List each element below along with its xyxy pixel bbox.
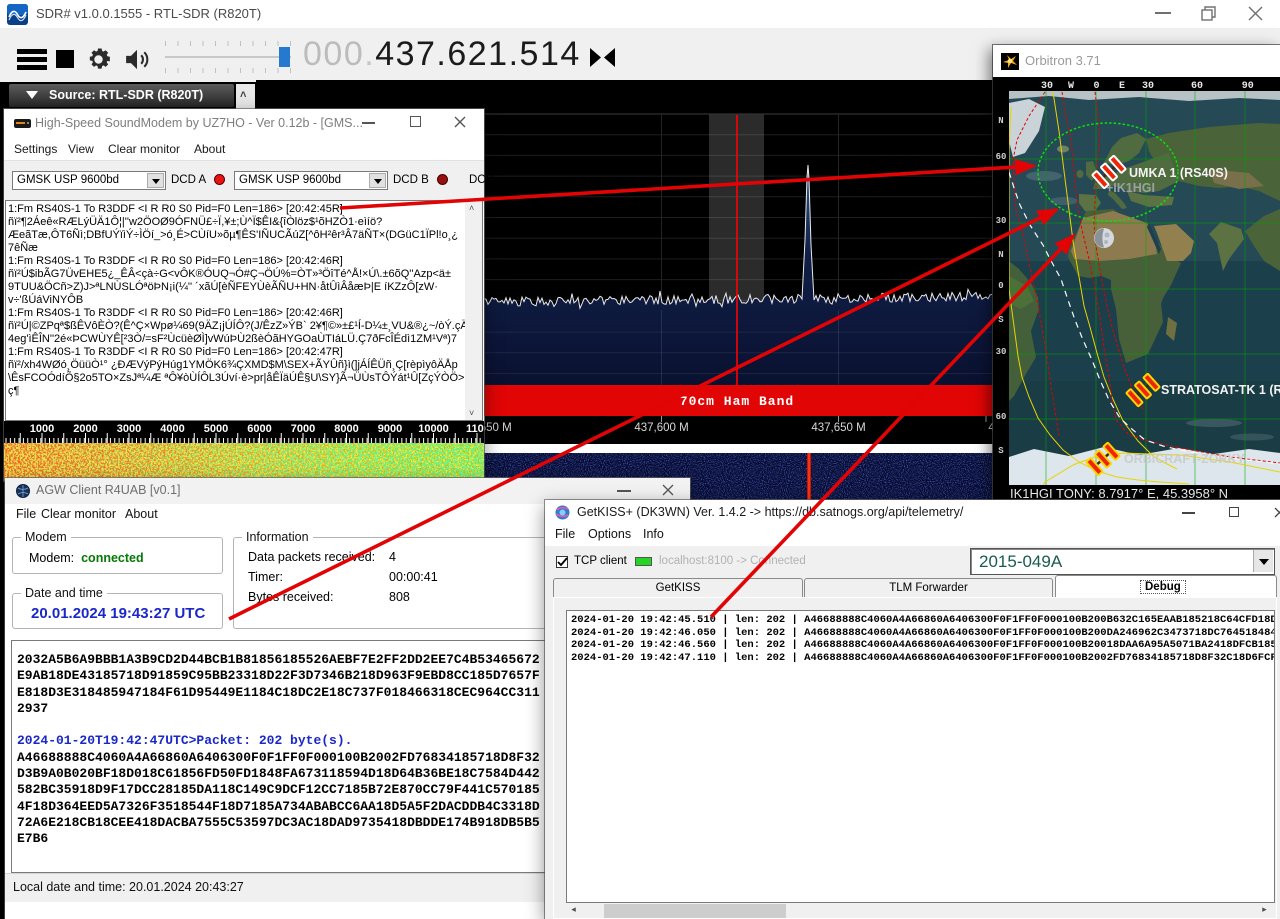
svg-text:437,650 M: 437,650 M [811,422,865,434]
svg-text:30: 30 [1041,81,1053,92]
svg-text:60: 60 [1191,81,1203,92]
svg-text:E: E [1119,81,1125,92]
svg-text:30: 30 [1142,81,1154,92]
svg-text:+IK1HGI: +IK1HGI [1106,181,1155,195]
svg-text:IK1HGI TONY: 8.7917° E, 45.395: IK1HGI TONY: 8.7917° E, 45.3958° N [1010,486,1228,500]
svg-text:UMKA 1 (RS40S): UMKA 1 (RS40S) [1129,166,1228,180]
svg-text:1100: 1100 [466,423,484,435]
svg-text:W: W [1068,81,1074,92]
svg-text:437,600 M: 437,600 M [634,422,688,434]
svg-text:60: 60 [996,152,1007,162]
svg-text:0: 0 [1093,81,1099,92]
svg-text:30: 30 [996,216,1007,226]
svg-text:S: S [998,315,1004,325]
svg-text:S: S [998,446,1004,456]
svg-text:N: N [998,116,1003,126]
svg-text:60: 60 [996,412,1007,422]
svg-text:70cm Ham Band: 70cm Ham Band [680,394,794,409]
svg-text:30: 30 [996,347,1007,357]
svg-text:N: N [998,250,1003,260]
svg-text:90: 90 [1242,81,1254,92]
svg-text:STRATOSAT-TK 1 (RS5: STRATOSAT-TK 1 (RS5 [1161,383,1280,397]
svg-text:ORBICRAFT-ZORKY: ORBICRAFT-ZORKY [1124,452,1245,466]
svg-text:0: 0 [998,281,1003,291]
